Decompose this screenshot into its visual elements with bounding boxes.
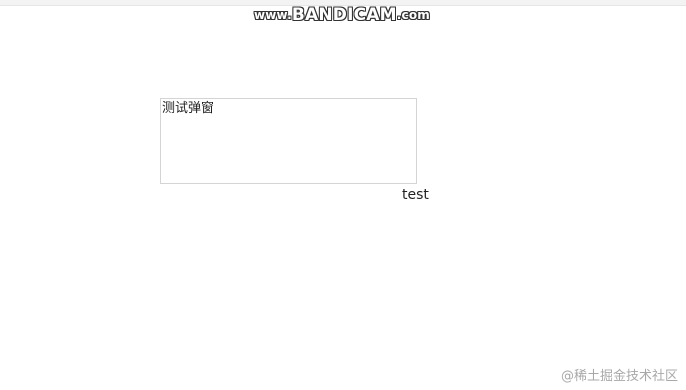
corner-watermark: @稀土掘金技术社区 xyxy=(560,369,678,384)
page: www. BANDICAM .com 测试弹窗 test @稀土掘金技术社区 xyxy=(0,0,686,390)
test-label: test xyxy=(402,187,429,203)
bandicam-suffix: .com xyxy=(396,8,431,22)
popup-dialog: 测试弹窗 xyxy=(160,98,417,184)
popup-text: 测试弹窗 xyxy=(162,101,215,116)
bandicam-prefix: www. xyxy=(253,8,292,22)
bandicam-watermark: www. BANDICAM .com xyxy=(236,4,448,26)
bandicam-brand: BANDICAM xyxy=(291,5,397,25)
